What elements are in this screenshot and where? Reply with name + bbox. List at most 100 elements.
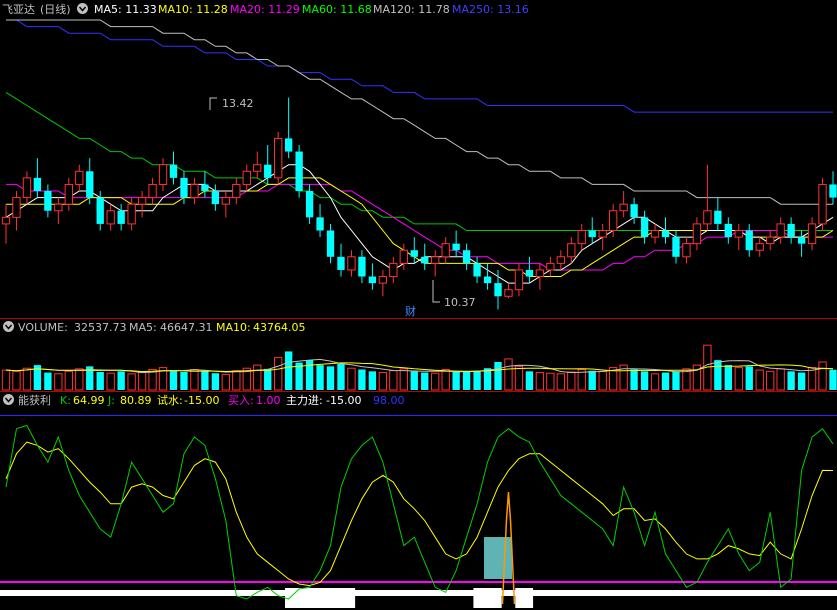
indicator-k-value: 64.99 bbox=[73, 394, 105, 407]
candlestick[interactable] bbox=[556, 250, 565, 270]
candlestick[interactable] bbox=[347, 250, 356, 277]
candlestick[interactable] bbox=[284, 97, 293, 159]
candlestick[interactable] bbox=[535, 263, 545, 290]
indicator-j-value: 80.89 bbox=[120, 394, 152, 407]
candlestick[interactable] bbox=[96, 191, 104, 231]
candlestick[interactable] bbox=[295, 144, 303, 198]
candlestick[interactable] bbox=[201, 171, 209, 198]
candlestick[interactable] bbox=[525, 256, 534, 284]
candlestick[interactable] bbox=[494, 269, 502, 310]
candlestick[interactable] bbox=[504, 283, 513, 299]
candlestick[interactable] bbox=[514, 263, 524, 297]
volume-bar bbox=[347, 367, 356, 391]
candlestick[interactable] bbox=[818, 177, 827, 231]
j-line bbox=[5, 424, 834, 600]
candlestick[interactable] bbox=[452, 230, 460, 257]
candlestick[interactable] bbox=[211, 184, 220, 211]
ma-legend-item: MA20: 11.29 bbox=[230, 3, 300, 16]
candlestick[interactable] bbox=[766, 230, 775, 251]
stock-chart-canvas[interactable]: 飞亚达 (日线) MA5: 11.33 MA10: 11.28 MA20: 11.2… bbox=[0, 0, 837, 610]
candlestick[interactable] bbox=[473, 256, 481, 284]
candlestick[interactable] bbox=[358, 250, 366, 284]
candlestick[interactable] bbox=[316, 204, 324, 238]
candlestick[interactable] bbox=[337, 243, 345, 277]
volume-bar bbox=[787, 371, 795, 390]
candlestick[interactable] bbox=[399, 243, 408, 270]
candlestick[interactable] bbox=[410, 237, 418, 264]
candlestick[interactable] bbox=[305, 184, 314, 224]
candlestick[interactable] bbox=[598, 223, 607, 251]
volume-bar bbox=[807, 367, 817, 391]
candlestick[interactable] bbox=[483, 263, 492, 290]
candlestick[interactable] bbox=[588, 217, 596, 244]
volume-bar bbox=[264, 368, 272, 390]
volume-bar bbox=[734, 367, 743, 391]
candlestick[interactable] bbox=[640, 210, 649, 244]
candlestick[interactable] bbox=[776, 217, 785, 244]
candlestick[interactable] bbox=[661, 217, 670, 244]
candlestick[interactable] bbox=[44, 184, 52, 218]
candlestick[interactable] bbox=[421, 243, 429, 270]
candlestick[interactable] bbox=[22, 171, 32, 205]
candlestick[interactable] bbox=[75, 164, 84, 192]
candlestick[interactable] bbox=[274, 131, 283, 185]
volume-bar bbox=[358, 369, 366, 390]
candlestick[interactable] bbox=[807, 217, 817, 251]
candlestick[interactable] bbox=[462, 243, 471, 270]
candlestick[interactable] bbox=[86, 158, 94, 205]
volume-bar bbox=[462, 371, 471, 390]
candlestick[interactable] bbox=[169, 151, 178, 185]
ma-settings-button[interactable] bbox=[77, 3, 88, 14]
candlestick[interactable] bbox=[326, 223, 335, 264]
indicator-settings-button[interactable] bbox=[3, 394, 14, 405]
ma-legend-item: MA5: 11.33 bbox=[94, 3, 157, 16]
candlestick[interactable] bbox=[106, 204, 115, 231]
volume-bar bbox=[399, 368, 408, 391]
indicator-shishui-value: -15.00 bbox=[184, 394, 219, 407]
candlestick[interactable] bbox=[724, 217, 732, 244]
candlestick[interactable] bbox=[12, 191, 21, 231]
volume-settings-button[interactable] bbox=[3, 321, 14, 332]
caishi-marker-text: 财 bbox=[405, 304, 416, 318]
volume-bar bbox=[389, 370, 398, 391]
candlestick[interactable] bbox=[755, 237, 764, 257]
candlestick[interactable] bbox=[117, 204, 125, 231]
candlestick[interactable] bbox=[378, 269, 388, 297]
candlestick[interactable] bbox=[33, 158, 42, 198]
ma-legend-item: MA10: 11.28 bbox=[158, 3, 228, 16]
candlestick[interactable] bbox=[368, 263, 377, 290]
candlestick[interactable] bbox=[630, 197, 638, 224]
candlestick[interactable] bbox=[797, 230, 806, 257]
candlestick[interactable] bbox=[714, 197, 722, 231]
volume-bar bbox=[221, 373, 230, 391]
candlestick[interactable] bbox=[1, 204, 11, 244]
candlestick[interactable] bbox=[190, 177, 199, 205]
volume-bar bbox=[588, 370, 596, 390]
candlestick[interactable] bbox=[158, 158, 168, 192]
candlestick[interactable] bbox=[264, 144, 272, 185]
candlestick[interactable] bbox=[692, 217, 702, 251]
candlestick[interactable] bbox=[253, 151, 262, 178]
candlestick[interactable] bbox=[221, 191, 230, 218]
candlestick[interactable] bbox=[137, 191, 147, 218]
caishi-marker[interactable]: 财 bbox=[404, 304, 418, 318]
candlestick[interactable] bbox=[546, 256, 555, 277]
candlestick[interactable] bbox=[650, 223, 660, 244]
candlestick[interactable] bbox=[682, 237, 691, 264]
candlestick[interactable] bbox=[734, 223, 743, 251]
volume-bar bbox=[556, 373, 565, 391]
candlestick[interactable] bbox=[787, 217, 795, 244]
candlestick[interactable] bbox=[431, 250, 440, 277]
candlestick[interactable] bbox=[389, 256, 398, 284]
candlestick[interactable] bbox=[242, 164, 251, 192]
candlestick[interactable] bbox=[148, 177, 157, 205]
candlestick[interactable] bbox=[577, 223, 586, 251]
candlestick[interactable] bbox=[54, 197, 63, 224]
candlestick[interactable] bbox=[441, 237, 450, 264]
candlestick[interactable] bbox=[232, 177, 241, 205]
volume-bar bbox=[473, 370, 481, 390]
candlestick[interactable] bbox=[619, 191, 628, 218]
candlestick[interactable] bbox=[64, 177, 73, 211]
candlestick[interactable] bbox=[745, 223, 753, 257]
candlestick[interactable] bbox=[829, 171, 837, 205]
